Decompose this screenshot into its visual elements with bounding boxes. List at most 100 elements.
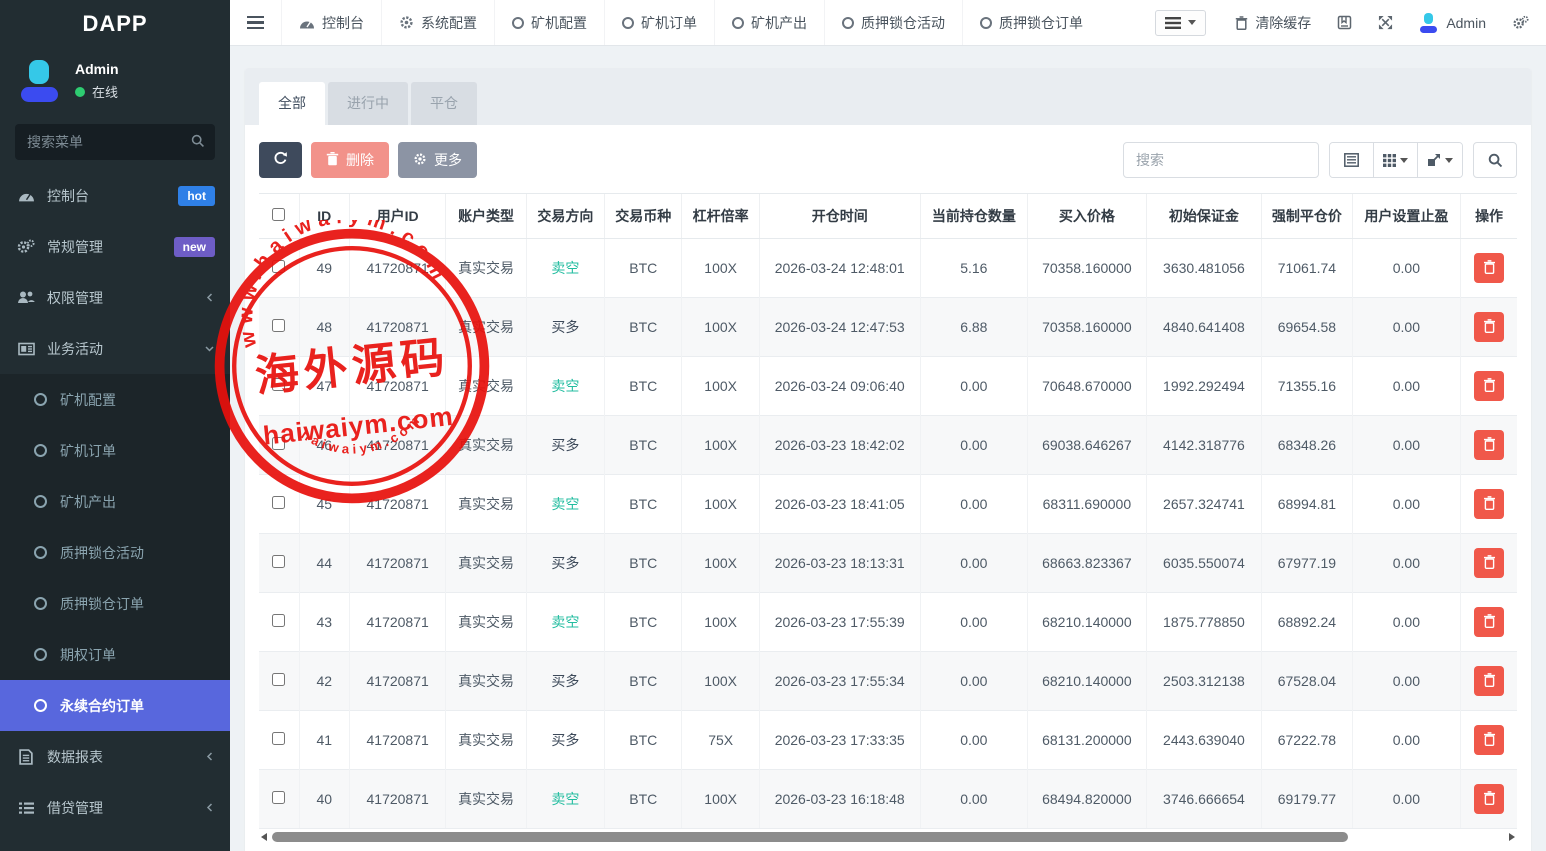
user-menu[interactable]: Admin: [1406, 0, 1499, 45]
row-checkbox[interactable]: [272, 260, 285, 273]
more-button[interactable]: 更多: [398, 142, 477, 178]
scroll-left-arrow-icon[interactable]: [261, 833, 267, 841]
row-delete-button[interactable]: [1474, 312, 1504, 342]
search-icon[interactable]: [191, 134, 205, 151]
top-navbar: 控制台 系统配置 矿机配置 矿机订单 矿机产出 质: [230, 0, 1546, 46]
sidebar-item-staking-orders[interactable]: 质押锁仓订单: [0, 578, 230, 629]
cell-margin: 2443.639040: [1146, 711, 1262, 770]
topnav-item-miner-orders[interactable]: 矿机订单: [604, 0, 714, 45]
trash-icon: [326, 152, 339, 169]
cell-open-time: 2026-03-24 12:47:53: [759, 298, 920, 357]
cell-account-type: 真实交易: [446, 239, 526, 298]
caret-down-icon: [1445, 158, 1453, 163]
scrollbar-thumb[interactable]: [272, 832, 1348, 842]
select-all-checkbox[interactable]: [272, 208, 285, 221]
detail-view-button[interactable]: [1330, 143, 1374, 177]
cell-actions: [1461, 357, 1517, 416]
cell-liquidation: 69654.58: [1262, 298, 1352, 357]
row-checkbox[interactable]: [272, 555, 285, 568]
topnav-item-miner-config[interactable]: 矿机配置: [494, 0, 604, 45]
sidebar-item-general[interactable]: 常规管理 new: [0, 221, 230, 272]
row-delete-button[interactable]: [1474, 784, 1504, 814]
submenu-label: 矿机配置: [60, 390, 116, 410]
export-button[interactable]: [1418, 143, 1462, 177]
circle-o-icon: [732, 17, 744, 29]
cell-take-profit: 0.00: [1352, 652, 1461, 711]
col-header-direction: 交易方向: [526, 194, 604, 239]
row-delete-button[interactable]: [1474, 725, 1504, 755]
sidebar-item-miner-orders[interactable]: 矿机订单: [0, 425, 230, 476]
sidebar-item-staking-activity[interactable]: 质押锁仓活动: [0, 527, 230, 578]
refresh-button[interactable]: [259, 142, 302, 178]
cell-position: 0.00: [920, 475, 1028, 534]
sidebar-item-lending[interactable]: 借贷管理: [0, 782, 230, 833]
hamburger-icon[interactable]: [230, 0, 281, 45]
row-delete-button[interactable]: [1474, 371, 1504, 401]
tab-closed[interactable]: 平仓: [411, 82, 477, 125]
sidebar-item-console[interactable]: 控制台 hot: [0, 170, 230, 221]
chevron-left-icon: [205, 751, 215, 762]
sidebar-item-business[interactable]: 业务活动: [0, 323, 230, 374]
row-checkbox[interactable]: [272, 437, 285, 450]
row-delete-button[interactable]: [1474, 489, 1504, 519]
sidebar-item-partial[interactable]: [0, 833, 230, 851]
tab-in-progress[interactable]: 进行中: [328, 82, 408, 125]
sidebar-item-permissions[interactable]: 权限管理: [0, 272, 230, 323]
row-delete-button[interactable]: [1474, 253, 1504, 283]
topnav-item-staking-orders[interactable]: 质押锁仓订单: [962, 0, 1100, 45]
horizontal-scrollbar[interactable]: [259, 830, 1517, 845]
topnav-item-miner-output[interactable]: 矿机产出: [714, 0, 824, 45]
row-checkbox[interactable]: [272, 614, 285, 627]
row-checkbox[interactable]: [272, 319, 285, 332]
toolbar: 删除 更多: [259, 142, 1517, 178]
row-checkbox[interactable]: [272, 496, 285, 509]
menu-dropdown-button[interactable]: [1155, 10, 1206, 36]
col-header-coin: 交易币种: [605, 194, 682, 239]
cell-actions: [1461, 298, 1517, 357]
row-checkbox[interactable]: [272, 378, 285, 391]
topnav-item-console[interactable]: 控制台: [281, 0, 381, 45]
cell-open-time: 2026-03-23 18:42:02: [759, 416, 920, 475]
delete-button[interactable]: 删除: [311, 142, 389, 178]
fullscreen-button[interactable]: [1365, 0, 1406, 45]
fullscreen-icon: [1378, 15, 1393, 30]
columns-button[interactable]: [1374, 143, 1418, 177]
sidebar-search: [15, 124, 215, 160]
topnav-item-staking-activity[interactable]: 质押锁仓活动: [824, 0, 962, 45]
circle-icon: [34, 444, 47, 457]
search-button[interactable]: [1473, 142, 1517, 178]
clear-cache-button[interactable]: 清除缓存: [1222, 0, 1324, 45]
cell-position: 0.00: [920, 416, 1028, 475]
cell-account-type: 真实交易: [446, 534, 526, 593]
row-delete-button[interactable]: [1474, 607, 1504, 637]
table-search-input[interactable]: [1123, 142, 1319, 178]
scroll-right-arrow-icon[interactable]: [1509, 833, 1515, 841]
sidebar-item-label: 控制台: [47, 186, 89, 206]
sidebar-item-miner-config[interactable]: 矿机配置: [0, 374, 230, 425]
cell-open-time: 2026-03-23 17:55:39: [759, 593, 920, 652]
menu-search-input[interactable]: [15, 124, 215, 160]
row-delete-button[interactable]: [1474, 548, 1504, 578]
row-delete-button[interactable]: [1474, 666, 1504, 696]
sidebar-item-perpetual-orders[interactable]: 永续合约订单: [0, 680, 230, 731]
topnav-user-label: Admin: [1446, 15, 1486, 31]
col-header-take-profit: 用户设置止盈: [1352, 194, 1461, 239]
cell-leverage: 100X: [682, 357, 759, 416]
trash-icon: [1483, 260, 1496, 277]
cell-direction: 卖空: [526, 475, 604, 534]
settings-button[interactable]: [1499, 0, 1546, 45]
row-checkbox[interactable]: [272, 732, 285, 745]
sidebar-item-option-orders[interactable]: 期权订单: [0, 629, 230, 680]
row-checkbox[interactable]: [272, 791, 285, 804]
row-delete-button[interactable]: [1474, 430, 1504, 460]
sidebar-item-label: 数据报表: [47, 747, 103, 767]
trash-icon: [1483, 791, 1496, 808]
topnav-item-system-config[interactable]: 系统配置: [381, 0, 494, 45]
cell-user-id: 41720871: [349, 298, 445, 357]
sidebar-item-miner-output[interactable]: 矿机产出: [0, 476, 230, 527]
user-name: Admin: [75, 61, 119, 77]
row-checkbox[interactable]: [272, 673, 285, 686]
sidebar-item-reports[interactable]: 数据报表: [0, 731, 230, 782]
manual-button[interactable]: [1324, 0, 1365, 45]
tab-all[interactable]: 全部: [259, 82, 325, 125]
